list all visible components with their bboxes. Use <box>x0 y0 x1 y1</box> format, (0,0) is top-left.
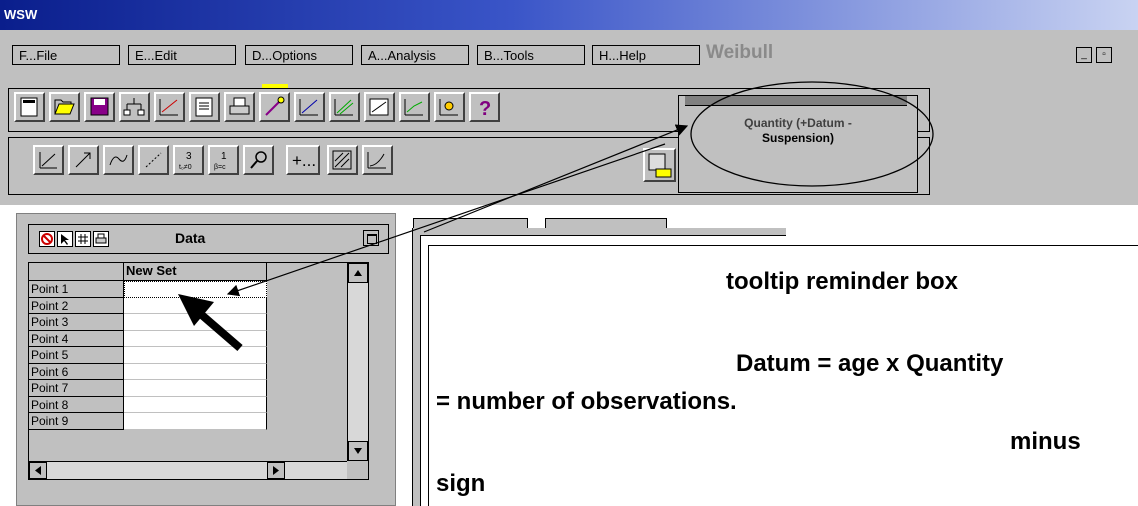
annotation-overlay <box>178 81 934 352</box>
pointer-arrow-to-cell <box>226 143 666 297</box>
tooltip-highlight-ellipse <box>690 81 934 187</box>
big-cursor-arrow-icon <box>178 294 243 352</box>
pointer-arrow-to-icon <box>423 124 689 233</box>
